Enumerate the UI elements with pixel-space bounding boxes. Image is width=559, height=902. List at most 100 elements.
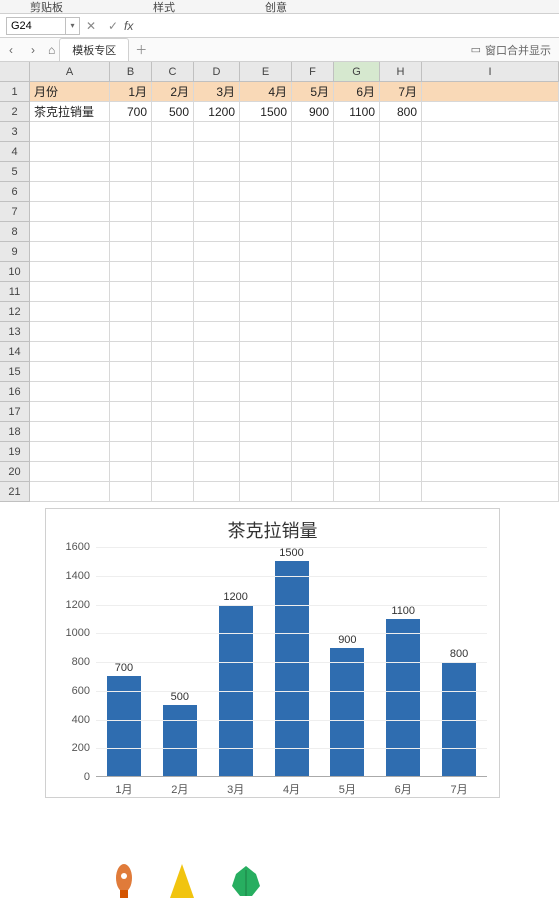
cell-E21[interactable] bbox=[240, 482, 292, 502]
cell-I6[interactable] bbox=[422, 182, 559, 202]
cell-I21[interactable] bbox=[422, 482, 559, 502]
cell-B8[interactable] bbox=[110, 222, 152, 242]
cell-F15[interactable] bbox=[292, 362, 334, 382]
cell-C17[interactable] bbox=[152, 402, 194, 422]
cell-C6[interactable] bbox=[152, 182, 194, 202]
cell-I5[interactable] bbox=[422, 162, 559, 182]
cell-E17[interactable] bbox=[240, 402, 292, 422]
cell-H6[interactable] bbox=[380, 182, 422, 202]
bar-chart[interactable]: 茶克拉销量 02004006008001000120014001600 7005… bbox=[45, 508, 500, 798]
cell-E14[interactable] bbox=[240, 342, 292, 362]
cell-I7[interactable] bbox=[422, 202, 559, 222]
confirm-icon[interactable]: ✓ bbox=[102, 19, 124, 33]
cell-E19[interactable] bbox=[240, 442, 292, 462]
cell-D16[interactable] bbox=[194, 382, 240, 402]
cell-I15[interactable] bbox=[422, 362, 559, 382]
home-icon[interactable]: ⌂ bbox=[48, 43, 55, 57]
cell-A11[interactable] bbox=[30, 282, 110, 302]
rocket-icon[interactable] bbox=[110, 862, 138, 902]
formula-input[interactable] bbox=[144, 17, 553, 35]
cell-C10[interactable] bbox=[152, 262, 194, 282]
cell-G3[interactable] bbox=[334, 122, 380, 142]
row-header-12[interactable]: 12 bbox=[0, 302, 30, 322]
cell-D8[interactable] bbox=[194, 222, 240, 242]
cell-G12[interactable] bbox=[334, 302, 380, 322]
cell-I3[interactable] bbox=[422, 122, 559, 142]
cell-E9[interactable] bbox=[240, 242, 292, 262]
cell-A1[interactable]: 月份 bbox=[30, 82, 110, 102]
cell-D17[interactable] bbox=[194, 402, 240, 422]
cell-E4[interactable] bbox=[240, 142, 292, 162]
cell-B11[interactable] bbox=[110, 282, 152, 302]
cell-G9[interactable] bbox=[334, 242, 380, 262]
cell-G16[interactable] bbox=[334, 382, 380, 402]
cell-H21[interactable] bbox=[380, 482, 422, 502]
cell-I8[interactable] bbox=[422, 222, 559, 242]
cell-A10[interactable] bbox=[30, 262, 110, 282]
cell-I10[interactable] bbox=[422, 262, 559, 282]
spreadsheet-grid[interactable]: ABCDEFGHI1月份1月2月3月4月5月6月7月2茶克拉销量70050012… bbox=[0, 62, 559, 502]
cell-F17[interactable] bbox=[292, 402, 334, 422]
cell-B7[interactable] bbox=[110, 202, 152, 222]
cell-C5[interactable] bbox=[152, 162, 194, 182]
cell-C16[interactable] bbox=[152, 382, 194, 402]
cell-I16[interactable] bbox=[422, 382, 559, 402]
cell-C12[interactable] bbox=[152, 302, 194, 322]
cell-I9[interactable] bbox=[422, 242, 559, 262]
cell-C4[interactable] bbox=[152, 142, 194, 162]
cell-A3[interactable] bbox=[30, 122, 110, 142]
cell-B15[interactable] bbox=[110, 362, 152, 382]
bar[interactable] bbox=[386, 619, 420, 777]
cell-H15[interactable] bbox=[380, 362, 422, 382]
cell-E3[interactable] bbox=[240, 122, 292, 142]
cell-H20[interactable] bbox=[380, 462, 422, 482]
cell-I19[interactable] bbox=[422, 442, 559, 462]
tab-next-icon[interactable]: › bbox=[22, 43, 44, 57]
cancel-icon[interactable]: ✕ bbox=[80, 19, 102, 33]
cell-F19[interactable] bbox=[292, 442, 334, 462]
cell-F13[interactable] bbox=[292, 322, 334, 342]
cell-B18[interactable] bbox=[110, 422, 152, 442]
col-header-E[interactable]: E bbox=[240, 62, 292, 82]
cell-D4[interactable] bbox=[194, 142, 240, 162]
cell-G15[interactable] bbox=[334, 362, 380, 382]
cell-G11[interactable] bbox=[334, 282, 380, 302]
cell-E2[interactable]: 1500 bbox=[240, 102, 292, 122]
cell-G13[interactable] bbox=[334, 322, 380, 342]
cell-F7[interactable] bbox=[292, 202, 334, 222]
row-header-14[interactable]: 14 bbox=[0, 342, 30, 362]
cell-A20[interactable] bbox=[30, 462, 110, 482]
row-header-19[interactable]: 19 bbox=[0, 442, 30, 462]
row-header-8[interactable]: 8 bbox=[0, 222, 30, 242]
add-sheet-icon[interactable]: ＋ bbox=[135, 41, 147, 58]
cell-E15[interactable] bbox=[240, 362, 292, 382]
cell-D3[interactable] bbox=[194, 122, 240, 142]
cell-I2[interactable] bbox=[422, 102, 559, 122]
cell-I18[interactable] bbox=[422, 422, 559, 442]
cell-A13[interactable] bbox=[30, 322, 110, 342]
name-box[interactable] bbox=[6, 17, 66, 35]
cell-G7[interactable] bbox=[334, 202, 380, 222]
cell-A16[interactable] bbox=[30, 382, 110, 402]
cell-D12[interactable] bbox=[194, 302, 240, 322]
cell-F4[interactable] bbox=[292, 142, 334, 162]
cell-I12[interactable] bbox=[422, 302, 559, 322]
cell-H5[interactable] bbox=[380, 162, 422, 182]
col-header-I[interactable]: I bbox=[422, 62, 559, 82]
cell-B12[interactable] bbox=[110, 302, 152, 322]
cell-G20[interactable] bbox=[334, 462, 380, 482]
cell-A7[interactable] bbox=[30, 202, 110, 222]
cell-I4[interactable] bbox=[422, 142, 559, 162]
cell-A2[interactable]: 茶克拉销量 bbox=[30, 102, 110, 122]
row-header-9[interactable]: 9 bbox=[0, 242, 30, 262]
cell-A18[interactable] bbox=[30, 422, 110, 442]
cell-D11[interactable] bbox=[194, 282, 240, 302]
col-header-C[interactable]: C bbox=[152, 62, 194, 82]
row-header-1[interactable]: 1 bbox=[0, 82, 30, 102]
cell-B16[interactable] bbox=[110, 382, 152, 402]
cell-E12[interactable] bbox=[240, 302, 292, 322]
cell-D10[interactable] bbox=[194, 262, 240, 282]
cell-A8[interactable] bbox=[30, 222, 110, 242]
cell-E1[interactable]: 4月 bbox=[240, 82, 292, 102]
bar[interactable] bbox=[163, 705, 197, 777]
